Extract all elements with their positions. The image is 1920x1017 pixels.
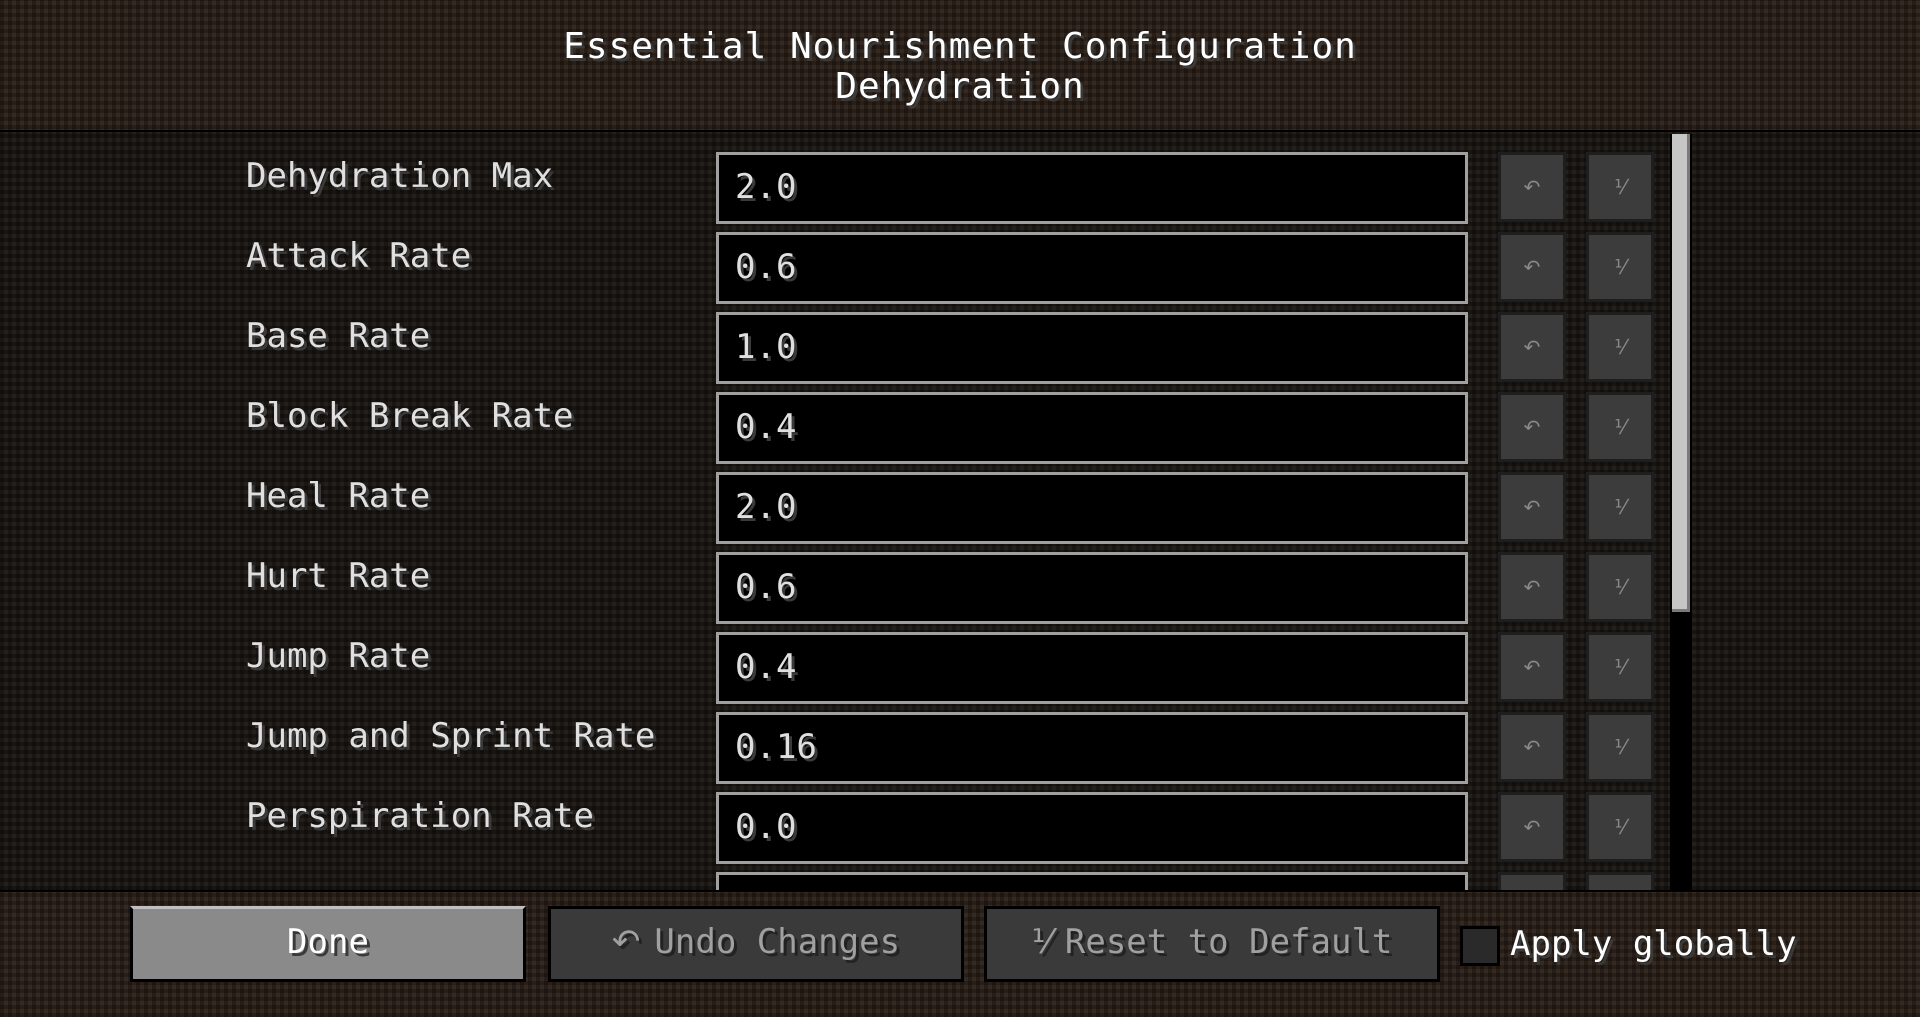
- setting-label: Dehydration Max: [246, 156, 554, 196]
- done-button[interactable]: Done: [130, 906, 526, 982]
- undo-icon[interactable]: ↶: [1498, 232, 1566, 302]
- undo-icon: ↶: [611, 922, 641, 962]
- done-button-label: Done: [287, 922, 369, 962]
- undo-icon[interactable]: ↶: [1498, 152, 1566, 222]
- reset-icon[interactable]: [1586, 872, 1654, 890]
- reset-icon[interactable]: ⅟: [1586, 792, 1654, 862]
- undo-changes-button[interactable]: ↶ Undo Changes: [548, 906, 964, 982]
- reset-icon[interactable]: ⅟: [1586, 472, 1654, 542]
- reset-to-default-label: Reset to Default: [1064, 922, 1393, 962]
- setting-row-attack-rate: Attack Rate 0.6 ↶ ⅟: [0, 214, 1920, 304]
- setting-value[interactable]: 0.6: [735, 567, 796, 607]
- screen-subtitle: Dehydration: [835, 66, 1085, 107]
- undo-icon[interactable]: ↶: [1498, 712, 1566, 782]
- setting-label: Base Rate: [246, 316, 431, 356]
- setting-row-jump-and-sprint-rate: Jump and Sprint Rate 0.16 ↶ ⅟: [0, 694, 1920, 784]
- apply-globally-label[interactable]: Apply globally: [1510, 924, 1797, 964]
- setting-value[interactable]: 0.6: [735, 247, 796, 287]
- setting-label: Perspiration Rate: [246, 796, 594, 836]
- setting-row-hurt-rate: Hurt Rate 0.6 ↶ ⅟: [0, 534, 1920, 624]
- setting-label: Jump Rate: [246, 636, 431, 676]
- setting-row-base-rate: Base Rate 1.0 ↶ ⅟: [0, 294, 1920, 384]
- undo-icon[interactable]: ↶: [1498, 552, 1566, 622]
- setting-row-dehydration-max: Dehydration Max 2.0 ↶ ⅟: [0, 134, 1920, 224]
- settings-list[interactable]: Dehydration Max 2.0 ↶ ⅟ Attack Rate 0.6 …: [0, 130, 1920, 892]
- scrollbar-thumb[interactable]: [1672, 134, 1690, 612]
- undo-icon[interactable]: [1498, 872, 1566, 890]
- setting-label: Block Break Rate: [246, 396, 574, 436]
- setting-row-perspiration-rate: Perspiration Rate 0.0 ↶ ⅟: [0, 774, 1920, 864]
- setting-row-block-break-rate: Block Break Rate 0.4 ↶ ⅟: [0, 374, 1920, 464]
- undo-icon[interactable]: ↶: [1498, 792, 1566, 862]
- screen-header: Essential Nourishment Configuration Dehy…: [0, 0, 1920, 130]
- setting-label: Heal Rate: [246, 476, 431, 516]
- undo-changes-label: Undo Changes: [654, 922, 901, 962]
- setting-value[interactable]: 0.4: [735, 407, 796, 447]
- reset-icon[interactable]: ⅟: [1586, 552, 1654, 622]
- reset-to-default-button[interactable]: ⅟ Reset to Default: [984, 906, 1440, 982]
- setting-value[interactable]: 2.0: [735, 167, 796, 207]
- setting-value[interactable]: 0.4: [735, 647, 796, 687]
- setting-value[interactable]: 2.0: [735, 487, 796, 527]
- undo-icon[interactable]: ↶: [1498, 392, 1566, 462]
- undo-icon[interactable]: ↶: [1498, 312, 1566, 382]
- setting-value-field[interactable]: [716, 872, 1468, 890]
- reset-icon[interactable]: ⅟: [1586, 312, 1654, 382]
- apply-globally-checkbox[interactable]: [1460, 926, 1500, 966]
- setting-value[interactable]: 0.16: [735, 727, 817, 767]
- screen-title: Essential Nourishment Configuration: [563, 26, 1357, 67]
- reset-icon[interactable]: ⅟: [1586, 232, 1654, 302]
- setting-value[interactable]: 0.0: [735, 807, 796, 847]
- setting-label: Hurt Rate: [246, 556, 431, 596]
- setting-value[interactable]: 1.0: [735, 327, 796, 367]
- reset-icon[interactable]: ⅟: [1586, 712, 1654, 782]
- setting-row-partial: [0, 854, 1920, 890]
- setting-row-heal-rate: Heal Rate 2.0 ↶ ⅟: [0, 454, 1920, 544]
- reset-icon: ⅟: [1031, 922, 1051, 962]
- reset-icon[interactable]: ⅟: [1586, 392, 1654, 462]
- reset-icon[interactable]: ⅟: [1586, 152, 1654, 222]
- setting-label: Attack Rate: [246, 236, 472, 276]
- setting-row-jump-rate: Jump Rate 0.4 ↶ ⅟: [0, 614, 1920, 704]
- reset-icon[interactable]: ⅟: [1586, 632, 1654, 702]
- undo-icon[interactable]: ↶: [1498, 472, 1566, 542]
- undo-icon[interactable]: ↶: [1498, 632, 1566, 702]
- setting-label: Jump and Sprint Rate: [246, 716, 656, 756]
